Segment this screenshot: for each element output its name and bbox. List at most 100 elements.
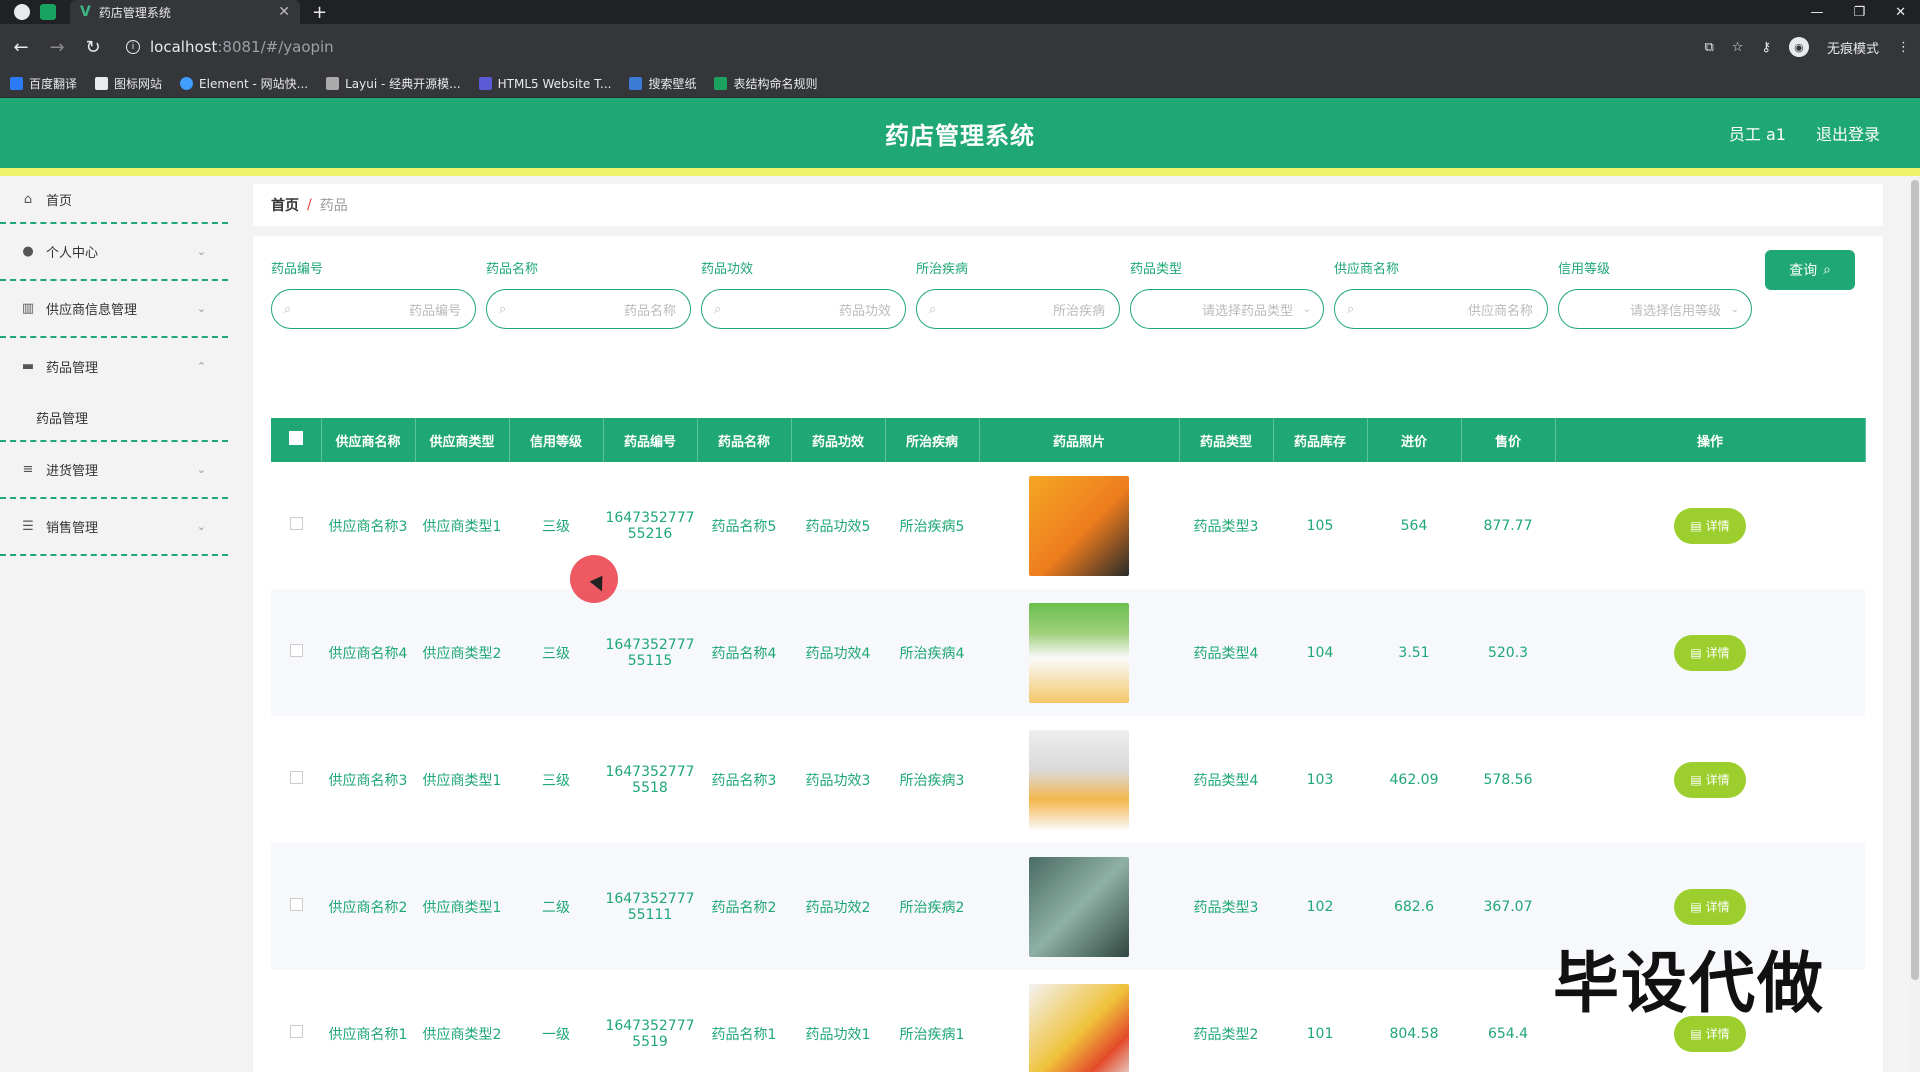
flag-bookmark-icon <box>95 77 109 90</box>
column-header: 进价 <box>1367 418 1462 462</box>
cell-effect: 药品功效4 <box>791 589 885 716</box>
cell-stock: 105 <box>1273 462 1367 589</box>
key-icon[interactable]: ⚷ <box>1761 40 1771 55</box>
detail-button[interactable]: ▤ 详情 <box>1674 888 1746 925</box>
sidebar-item-supplier[interactable]: ▥ 供应商信息管理 ⌄ <box>0 281 228 338</box>
sidebar-item-purchase[interactable]: ≡ 进货管理 ⌄ <box>0 442 228 499</box>
detail-button[interactable]: ▤ 详情 <box>1674 634 1746 671</box>
supplier-name-input[interactable]: ⌕ 供应商名称 <box>1334 289 1548 329</box>
sidebar-item-home[interactable]: ⌂ 首页 <box>0 176 228 224</box>
column-header: 药品库存 <box>1273 418 1368 462</box>
breadcrumb-home[interactable]: 首页 <box>271 195 299 215</box>
home-icon: ⌂ <box>23 191 33 207</box>
pinned-tab-icon[interactable] <box>40 4 56 20</box>
cell-drug-type: 药品类型3 <box>1179 843 1273 970</box>
bookmark-item[interactable]: Layui - 经典开源模... <box>326 75 461 92</box>
bookmark-item[interactable]: 图标网站 <box>95 75 162 92</box>
row-checkbox[interactable] <box>289 898 303 911</box>
cell-disease: 所治疾病5 <box>885 462 979 589</box>
incognito-icon[interactable]: ◉ <box>1788 37 1809 57</box>
search-icon: ⌕ <box>1823 262 1831 278</box>
forward-icon[interactable]: → <box>46 37 68 58</box>
cell-cost: 3.51 <box>1367 589 1461 716</box>
accent-strip <box>0 168 1920 176</box>
search-icon: ⌕ <box>1347 301 1355 317</box>
cell-credit: 三级 <box>509 716 603 843</box>
cell-name: 药品名称1 <box>697 970 791 1072</box>
cell-name: 药品名称3 <box>697 716 791 843</box>
search-button[interactable]: 查询 ⌕ <box>1765 250 1855 290</box>
row-checkbox[interactable] <box>289 1025 303 1038</box>
back-icon[interactable]: ← <box>10 37 32 58</box>
url-host: localhost <box>150 38 218 56</box>
search-icon: ⌕ <box>929 301 937 317</box>
filter-drug-name: 药品名称 ⌕ 药品名称 <box>486 258 691 329</box>
restore-icon[interactable]: ❐ <box>1853 5 1865 20</box>
star-icon[interactable]: ☆ <box>1732 40 1744 55</box>
document-icon: ▤ <box>1690 518 1702 533</box>
row-checkbox[interactable] <box>289 517 303 530</box>
filter-row: 药品编号 ⌕ 药品编号 药品名称 ⌕ 药品名称 药品功效 ⌕ 药品功效 所治疾病 ⌕ 所… <box>271 258 1752 329</box>
window-close-icon[interactable]: ✕ <box>1895 5 1906 20</box>
logout-button[interactable]: 退出登录 <box>1816 121 1880 145</box>
disease-input[interactable]: ⌕ 所治疾病 <box>916 289 1120 329</box>
credit-level-select[interactable]: 请选择信用等级 ⌄ <box>1558 289 1752 329</box>
cell-name: 药品名称4 <box>697 589 791 716</box>
minimize-icon[interactable]: — <box>1810 5 1823 20</box>
drug-code-input[interactable]: ⌕ 药品编号 <box>271 289 476 329</box>
bookmarks-bar: 百度翻译 图标网站 Element - 网站快... Layui - 经典开源模… <box>0 70 1920 98</box>
new-tab-icon[interactable]: + <box>312 2 327 23</box>
sidebar-item-profile[interactable]: ● 个人中心 ⌄ <box>0 224 228 281</box>
row-checkbox[interactable] <box>289 644 303 657</box>
filter-disease: 所治疾病 ⌕ 所治疾病 <box>916 258 1120 329</box>
filter-supplier-name: 供应商名称 ⌕ 供应商名称 <box>1334 258 1548 329</box>
bookmark-item[interactable]: HTML5 Website T... <box>478 77 611 91</box>
browser-logo-icon <box>14 4 30 20</box>
drug-photo[interactable] <box>1029 475 1129 576</box>
document-icon: ▤ <box>1690 899 1702 914</box>
cell-drug-type: 药品类型2 <box>1179 970 1273 1072</box>
detail-button[interactable]: ▤ 详情 <box>1674 761 1746 798</box>
column-header: 药品编号 <box>603 418 698 462</box>
drug-type-select[interactable]: 请选择药品类型 ⌄ <box>1130 289 1324 329</box>
app-title: 药店管理系统 <box>885 121 1035 150</box>
row-checkbox[interactable] <box>289 771 303 784</box>
drug-name-input[interactable]: ⌕ 药品名称 <box>486 289 691 329</box>
column-header: 操作 <box>1555 418 1866 462</box>
translate-icon[interactable]: ⧉ <box>1705 40 1714 55</box>
site-info-icon[interactable]: i <box>126 40 140 54</box>
profile-label[interactable]: 无痕模式 <box>1827 38 1879 57</box>
chevron-down-icon: ⌄ <box>1302 303 1311 315</box>
bookmark-item[interactable]: 表结构命名规则 <box>714 75 817 92</box>
detail-button[interactable]: ▤ 详情 <box>1674 507 1746 544</box>
bookmark-item[interactable]: Element - 网站快... <box>180 75 308 92</box>
address-bar: ← → ↻ i localhost:8081/#/yaopin ⧉ ☆ ⚷ ◉ … <box>0 24 1920 70</box>
sidebar-item-drugs[interactable]: ▬ 药品管理 ⌃ <box>0 338 228 395</box>
bookmark-item[interactable]: 搜索壁纸 <box>629 75 696 92</box>
drug-photo[interactable] <box>1029 856 1129 957</box>
document-icon: ▤ <box>1690 1026 1702 1041</box>
select-all-header[interactable] <box>271 418 322 462</box>
sidebar: ⌂ 首页 ● 个人中心 ⌄ ▥ 供应商信息管理 ⌄ ▬ 药品管理 ⌃ 药品管理 … <box>0 176 228 1072</box>
sidebar-item-sales[interactable]: ☰ 销售管理 ⌄ <box>0 499 228 556</box>
cell-supplier-type: 供应商类型2 <box>415 589 509 716</box>
page-scrollbar-thumb[interactable] <box>1911 180 1919 980</box>
menu-kebab-icon[interactable]: ⋮ <box>1897 40 1910 55</box>
tab-close-icon[interactable]: ✕ <box>278 4 290 20</box>
drug-photo[interactable] <box>1029 602 1129 703</box>
reload-icon[interactable]: ↻ <box>82 37 104 58</box>
cell-drug-type: 药品类型3 <box>1179 462 1273 589</box>
sliders-icon: ☰ <box>22 519 34 534</box>
vue-logo-icon: V <box>80 4 91 20</box>
url-field[interactable]: i localhost:8081/#/yaopin <box>126 38 1691 56</box>
select-all-checkbox[interactable] <box>288 431 303 445</box>
cell-credit: 一级 <box>509 970 603 1072</box>
drug-photo[interactable] <box>1029 983 1129 1072</box>
sidebar-subitem-drug-management[interactable]: 药品管理 <box>0 395 228 442</box>
sheet-bookmark-icon <box>714 77 728 90</box>
bookmark-item[interactable]: 百度翻译 <box>10 75 77 92</box>
drug-effect-input[interactable]: ⌕ 药品功效 <box>701 289 906 329</box>
column-header: 药品照片 <box>979 418 1180 462</box>
browser-tab-active[interactable]: V 药店管理系统 ✕ <box>70 0 300 24</box>
drug-photo[interactable] <box>1029 729 1129 830</box>
